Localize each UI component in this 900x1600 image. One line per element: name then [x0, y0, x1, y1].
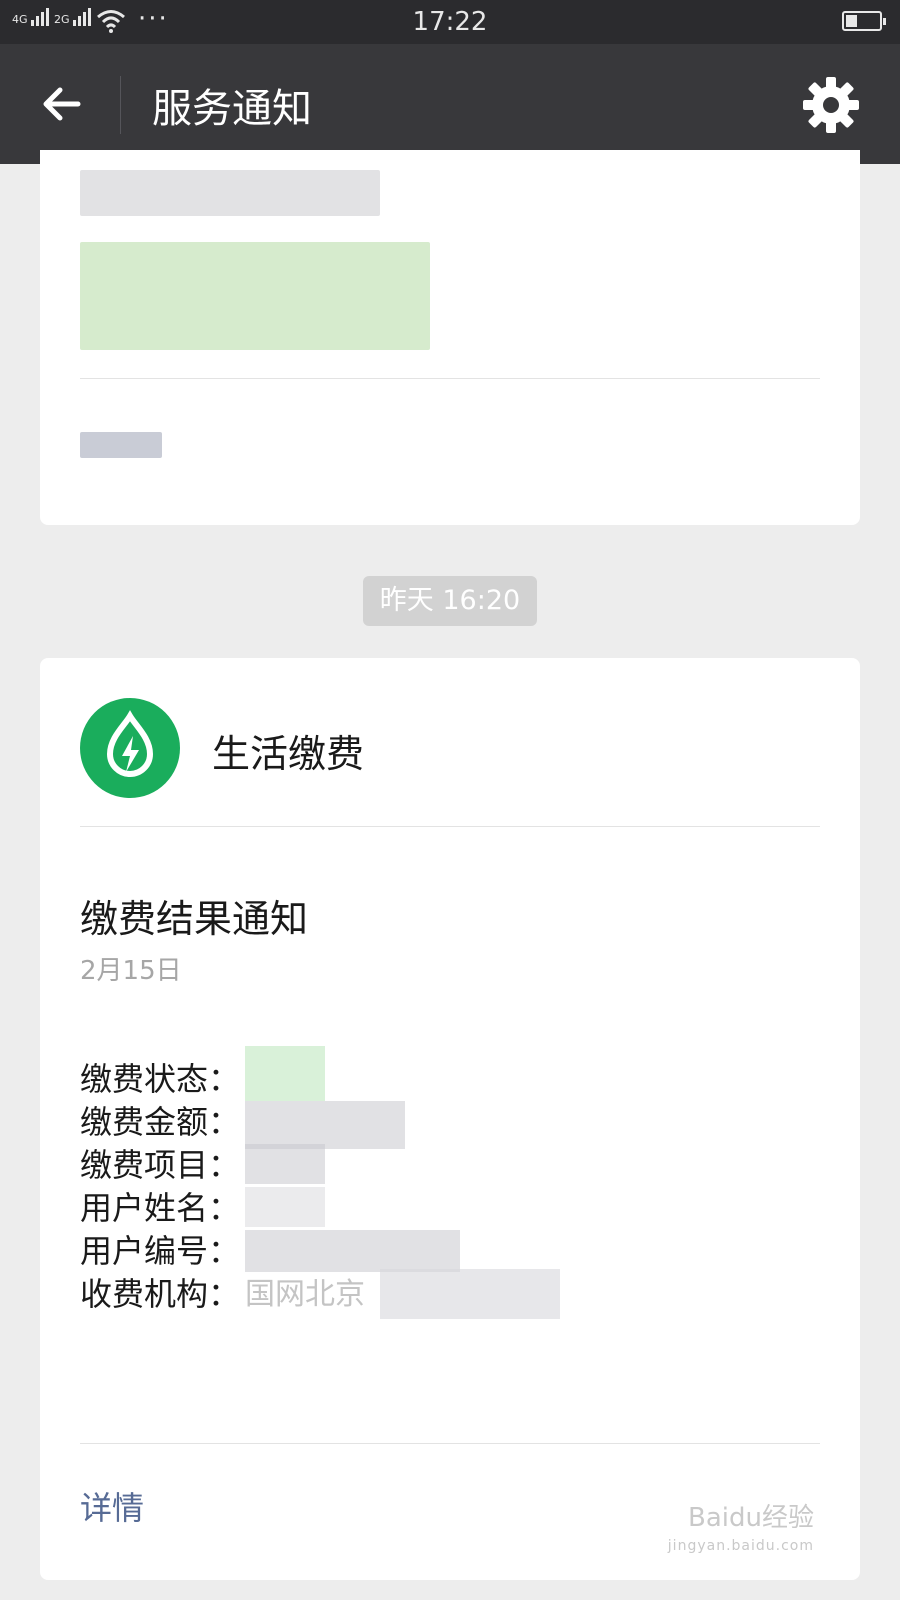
previous-notification-card[interactable] — [40, 150, 860, 525]
payment-notification-card[interactable]: 生活缴费 缴费结果通知 2月15日 缴费状态： 缴费金额： 缴费项目： 用户姓名… — [40, 658, 860, 1580]
divider — [80, 826, 820, 827]
notification-date: 2月15日 — [80, 956, 182, 986]
field-row: 收费机构： 国网北京 — [80, 1269, 560, 1319]
status-bar: 4G 2G ··· 17:22 — [0, 0, 900, 44]
blurred-link — [80, 432, 162, 458]
blurred-value — [245, 1046, 325, 1101]
notification-title: 缴费结果通知 — [80, 897, 309, 941]
field-label: 缴费金额： — [80, 1103, 241, 1141]
page-title: 服务通知 — [152, 86, 312, 132]
payment-fields: 缴费状态： 缴费金额： 缴费项目： 用户姓名： 用户编号： 收费机构： 国网北京 — [80, 1046, 560, 1319]
field-row: 缴费项目： — [80, 1144, 325, 1187]
field-label: 用户姓名： — [80, 1189, 241, 1227]
detail-link[interactable]: 详情 — [80, 1483, 144, 1529]
arrow-left-icon[interactable] — [38, 80, 86, 128]
blurred-value — [245, 1144, 325, 1184]
watermark-url: jingyan.baidu.com — [667, 1538, 814, 1554]
watermark-logo: Baidu经验 — [688, 1503, 814, 1533]
field-row: 缴费状态： — [80, 1046, 325, 1101]
field-label: 用户编号： — [80, 1232, 241, 1270]
blurred-value — [245, 1187, 325, 1227]
blurred-value — [380, 1269, 560, 1319]
blurred-value — [245, 1230, 460, 1272]
field-label: 缴费状态： — [80, 1060, 241, 1098]
message-timestamp: 昨天 16:20 — [363, 576, 537, 626]
clock: 17:22 — [412, 7, 488, 37]
field-row: 用户编号： — [80, 1230, 460, 1273]
divider — [80, 1443, 820, 1444]
service-name: 生活缴费 — [212, 732, 365, 776]
blurred-text — [80, 170, 380, 216]
nav-bar: 服务通知 — [0, 44, 900, 164]
lightning-drop-icon — [80, 698, 180, 798]
gear-icon[interactable] — [802, 76, 860, 134]
battery-icon — [842, 11, 886, 31]
blurred-text-green — [80, 242, 430, 350]
divider — [80, 378, 820, 379]
field-label: 收费机构： — [80, 1275, 241, 1313]
field-row: 缴费金额： — [80, 1101, 405, 1149]
nav-divider — [120, 76, 121, 134]
field-value: 国网北京 — [245, 1277, 365, 1312]
field-row: 用户姓名： — [80, 1187, 325, 1230]
blurred-value — [245, 1101, 405, 1149]
field-label: 缴费项目： — [80, 1146, 241, 1184]
battery-fill — [846, 15, 857, 27]
watermark: Baidu经验 jingyan.baidu.com — [668, 1504, 814, 1560]
